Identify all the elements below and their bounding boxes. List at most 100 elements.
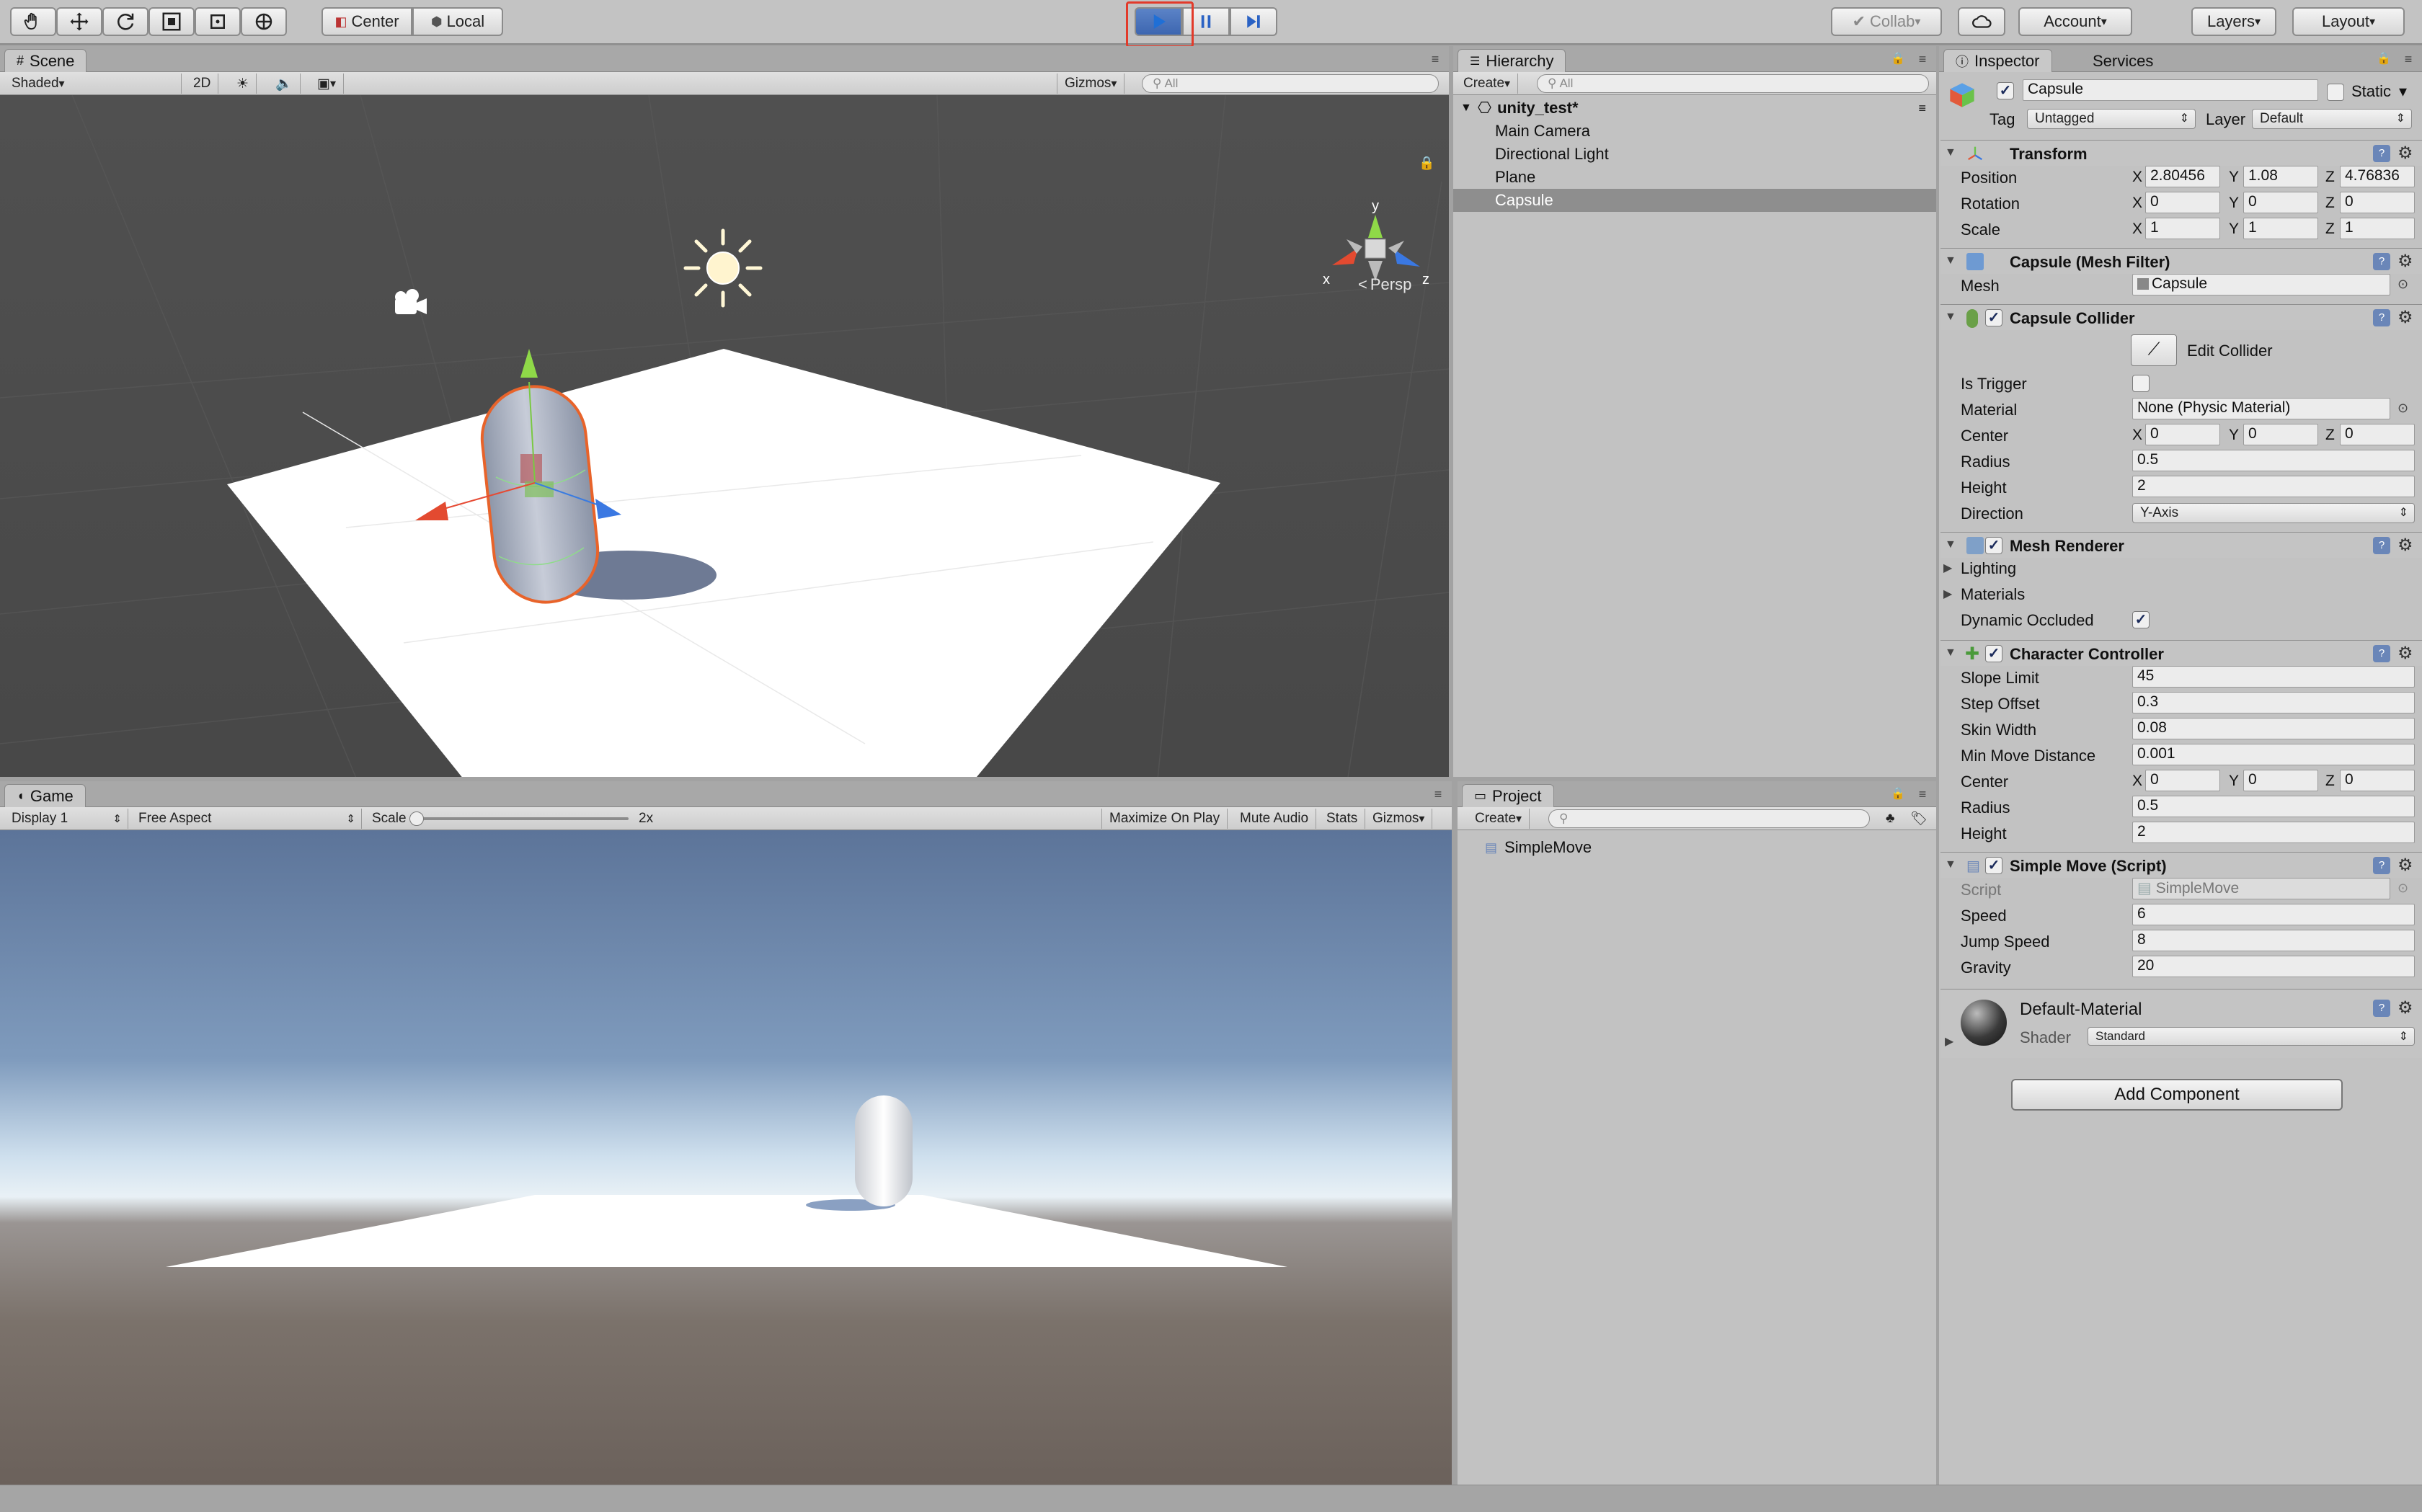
- scene-audio-toggle[interactable]: 🔈: [268, 74, 301, 94]
- rotation-y-field[interactable]: 0: [2243, 192, 2318, 213]
- object-name-field[interactable]: Capsule: [2023, 79, 2318, 101]
- gear-icon[interactable]: ⚙: [2397, 645, 2413, 662]
- scene-viewport[interactable]: y x z < Persp 🔒: [0, 95, 1449, 777]
- min-move-distance-field[interactable]: 0.001: [2132, 744, 2415, 765]
- help-icon[interactable]: ?: [2373, 253, 2390, 270]
- height-field[interactable]: 2: [2132, 476, 2415, 497]
- position-x-field[interactable]: 2.80456: [2145, 166, 2220, 187]
- scale-slider-thumb[interactable]: [409, 811, 424, 826]
- mesh-renderer-enabled-checkbox[interactable]: ✓: [1985, 537, 2002, 554]
- scene-lighting-toggle[interactable]: ☀: [229, 74, 257, 94]
- skin-width-field[interactable]: 0.08: [2132, 718, 2415, 739]
- hierarchy-item-plane[interactable]: Plane: [1453, 166, 1936, 189]
- static-checkbox[interactable]: [2327, 84, 2344, 101]
- tab-hierarchy[interactable]: ☰ Hierarchy: [1458, 49, 1566, 72]
- scene-search-input[interactable]: ⚲ All: [1142, 74, 1439, 93]
- display-dropdown[interactable]: Display 1 ⇕: [4, 809, 128, 829]
- panel-menu-icon[interactable]: ≡: [2399, 52, 2418, 66]
- project-search-input[interactable]: ⚲: [1548, 809, 1870, 828]
- cc-center-x-field[interactable]: 0: [2145, 770, 2220, 791]
- character-controller-enabled-checkbox[interactable]: ✓: [1985, 645, 2002, 662]
- gravity-field[interactable]: 20: [2132, 956, 2415, 977]
- character-controller-header[interactable]: ▼ ✚ ✓ Character Controller ? ⚙: [1940, 640, 2422, 666]
- gear-icon[interactable]: ⚙: [2397, 309, 2413, 326]
- lock-icon[interactable]: 🔒: [1419, 156, 1434, 170]
- material-header[interactable]: ▶ Default-Material Shader Standard ? ⚙: [1940, 989, 2422, 1058]
- cc-center-y-field[interactable]: 0: [2243, 770, 2318, 791]
- pivot-space-button[interactable]: ⬢ Local: [412, 7, 503, 36]
- rect-tool-button[interactable]: [195, 7, 241, 36]
- scale-z-field[interactable]: 1: [2340, 218, 2415, 239]
- jump-speed-field[interactable]: 8: [2132, 930, 2415, 951]
- cc-radius-field[interactable]: 0.5: [2132, 796, 2415, 817]
- pause-button[interactable]: [1182, 7, 1230, 36]
- gear-icon[interactable]: ⚙: [2397, 1000, 2413, 1017]
- cloud-button[interactable]: [1958, 7, 2005, 36]
- tab-game[interactable]: ◖ Game: [4, 784, 86, 807]
- pivot-mode-button[interactable]: ◧ Center: [321, 7, 412, 36]
- help-icon[interactable]: ?: [2373, 1000, 2390, 1017]
- help-icon[interactable]: ?: [2373, 537, 2390, 554]
- speed-field[interactable]: 6: [2132, 904, 2415, 925]
- object-picker-icon[interactable]: ⊙: [2397, 277, 2408, 292]
- layers-dropdown[interactable]: Layers: [2191, 7, 2276, 36]
- shader-dropdown[interactable]: Standard: [2088, 1027, 2415, 1046]
- panel-menu-icon[interactable]: ≡: [1918, 101, 1926, 116]
- 2d-toggle-button[interactable]: 2D: [186, 74, 219, 94]
- physic-material-field[interactable]: None (Physic Material): [2132, 398, 2390, 419]
- hierarchy-search-input[interactable]: ⚲ All: [1537, 74, 1929, 93]
- scale-tool-button[interactable]: [148, 7, 195, 36]
- gear-icon[interactable]: ⚙: [2397, 253, 2413, 270]
- layout-dropdown[interactable]: Layout: [2292, 7, 2405, 36]
- hierarchy-create-dropdown[interactable]: Create: [1456, 74, 1519, 94]
- step-offset-field[interactable]: 0.3: [2132, 692, 2415, 713]
- gear-icon[interactable]: ⚙: [2397, 537, 2413, 554]
- position-z-field[interactable]: 4.76836: [2340, 166, 2415, 187]
- tab-scene[interactable]: # Scene: [4, 49, 87, 72]
- chevron-right-icon[interactable]: ▶: [1943, 587, 1952, 601]
- panel-menu-icon[interactable]: ≡: [1429, 787, 1447, 801]
- static-dropdown-arrow[interactable]: ▾: [2399, 82, 2407, 101]
- tab-inspector[interactable]: ⓘ Inspector: [1943, 49, 2052, 72]
- cc-center-z-field[interactable]: 0: [2340, 770, 2415, 791]
- rotation-z-field[interactable]: 0: [2340, 192, 2415, 213]
- dynamic-occluded-checkbox[interactable]: ✓: [2132, 611, 2150, 628]
- rotate-tool-button[interactable]: [102, 7, 148, 36]
- directional-light-icon[interactable]: [683, 228, 763, 308]
- scene-effects-dropdown[interactable]: ▣: [310, 74, 344, 94]
- mesh-filter-header[interactable]: ▼ Capsule (Mesh Filter) ? ⚙: [1940, 248, 2422, 274]
- panel-menu-icon[interactable]: ≡: [1913, 787, 1932, 801]
- slope-limit-field[interactable]: 45: [2132, 666, 2415, 688]
- capsule-collider-header[interactable]: ▼ ✓ Capsule Collider ? ⚙: [1940, 304, 2422, 330]
- tab-services[interactable]: Services: [2080, 49, 2165, 72]
- mesh-field[interactable]: Capsule: [2132, 274, 2390, 295]
- layer-dropdown[interactable]: Default: [2252, 109, 2412, 129]
- transform-tool-button[interactable]: [241, 7, 287, 36]
- capsule-collider-enabled-checkbox[interactable]: ✓: [1985, 309, 2002, 326]
- is-trigger-checkbox[interactable]: [2132, 375, 2150, 392]
- hand-tool-button[interactable]: [10, 7, 56, 36]
- persp-label[interactable]: < Persp: [1358, 275, 1411, 293]
- hierarchy-item-directional-light[interactable]: Directional Light: [1453, 143, 1936, 166]
- game-gizmos-dropdown[interactable]: Gizmos: [1365, 809, 1433, 829]
- step-button[interactable]: [1230, 7, 1277, 36]
- game-viewport[interactable]: [0, 830, 1452, 1485]
- simple-move-header[interactable]: ▼ ▤ ✓ Simple Move (Script) ? ⚙: [1940, 852, 2422, 878]
- scale-slider-track[interactable]: [417, 817, 629, 820]
- collab-button[interactable]: ✔ Collab: [1831, 7, 1942, 36]
- play-button[interactable]: [1135, 7, 1182, 36]
- position-y-field[interactable]: 1.08: [2243, 166, 2318, 187]
- direction-dropdown[interactable]: Y-Axis: [2132, 503, 2415, 523]
- shading-mode-dropdown[interactable]: Shaded: [4, 74, 182, 94]
- rotation-x-field[interactable]: 0: [2145, 192, 2220, 213]
- scale-x-field[interactable]: 1: [2145, 218, 2220, 239]
- cc-height-field[interactable]: 2: [2132, 822, 2415, 843]
- move-tool-button[interactable]: [56, 7, 102, 36]
- gear-icon[interactable]: ⚙: [2397, 145, 2413, 162]
- gear-icon[interactable]: ⚙: [2397, 857, 2413, 874]
- center-x-field[interactable]: 0: [2145, 424, 2220, 445]
- account-dropdown[interactable]: Account: [2018, 7, 2132, 36]
- chevron-right-icon[interactable]: ▶: [1945, 1034, 1953, 1049]
- hierarchy-item-capsule[interactable]: Capsule: [1453, 189, 1936, 212]
- lighting-foldout[interactable]: Lighting: [1961, 559, 2016, 578]
